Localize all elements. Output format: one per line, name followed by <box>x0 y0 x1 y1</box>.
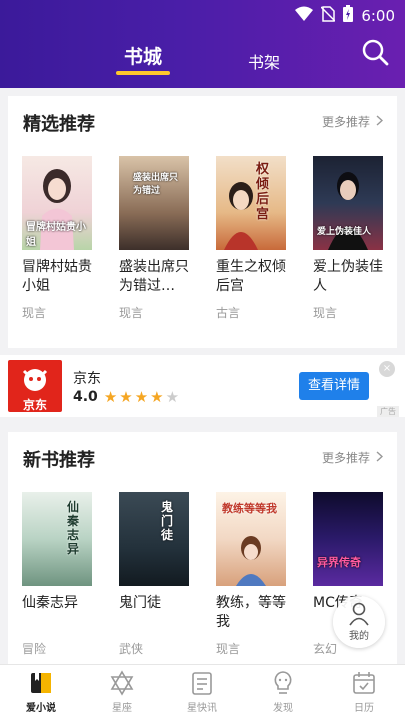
book-title: 鬼门徒 <box>119 595 161 611</box>
book-genre: 现言 <box>216 642 241 656</box>
user-icon <box>349 602 369 630</box>
battery-icon <box>343 5 354 26</box>
more-recommend-link[interactable]: 更多推荐 <box>321 113 384 130</box>
book-genre: 古言 <box>216 306 241 320</box>
book-card[interactable]: 冒牌村姑贵小姐 冒牌村姑贵小姐 现言 <box>22 156 94 321</box>
ad-label: 广告 <box>377 406 399 417</box>
book-genre: 现言 <box>22 306 47 320</box>
nav-label: 日历 <box>354 703 374 714</box>
view-details-button[interactable]: 查看详情 <box>299 372 369 400</box>
featured-section: 精选推荐 更多推荐 冒牌村姑贵小姐 冒牌村姑贵小姐 现言 盛装出席只为错过 盛装… <box>8 96 397 348</box>
book-cover: 冒牌村姑贵小姐 <box>22 156 92 250</box>
book-card[interactable]: 权倾后宫 重生之权倾后宫 古言 <box>216 156 288 321</box>
cover-title-text: 爱上伪装佳人 <box>317 227 372 237</box>
bulb-icon <box>252 669 314 697</box>
nav-label: 爱小说 <box>26 703 56 714</box>
book-genre: 现言 <box>119 306 144 320</box>
chevron-right-icon <box>376 114 384 129</box>
book-cover: 爱上伪装佳人 <box>313 156 383 250</box>
logo-text: 京东 <box>22 398 47 412</box>
book-cover: 盛装出席只为错过 <box>119 156 189 250</box>
tab-bookstore[interactable]: 书城 <box>118 42 168 69</box>
calendar-icon <box>333 669 395 697</box>
my-label: 我的 <box>349 631 369 642</box>
active-tab-indicator <box>116 71 170 75</box>
status-bar: 6:00 <box>0 0 405 28</box>
ad-rating: 4.0 ★ ★ ★ ★ ★ <box>73 388 179 406</box>
book-cover: 教练等等我 <box>216 492 286 586</box>
book-title: 冒牌村姑贵小姐 <box>22 259 92 294</box>
book-cover: 权倾后宫 <box>216 156 286 250</box>
nav-label: 星座 <box>112 703 132 714</box>
book-title: 仙秦志异 <box>22 595 78 611</box>
more-label: 更多推荐 <box>321 451 370 465</box>
star-icon: ★ <box>134 388 149 406</box>
star-icon: ★ <box>150 388 164 406</box>
bottom-navigation: 爱小说 星座 星快讯 发现 日历 <box>0 664 405 720</box>
more-recommend-link[interactable]: 更多推荐 <box>321 449 384 466</box>
cover-title-text: 教练等等我 <box>222 502 277 515</box>
book-cover: 鬼门徒 <box>119 492 189 586</box>
cover-title-text: 权倾后宫 <box>256 162 270 222</box>
my-profile-button[interactable]: 我的 <box>333 596 385 648</box>
book-icon <box>10 669 72 697</box>
nav-item-horoscope[interactable]: 星座 <box>91 669 153 714</box>
book-cover: 异界传奇 <box>313 492 383 586</box>
book-card[interactable]: 爱上伪装佳人 爱上伪装佳人 现言 <box>313 156 385 321</box>
star-of-david-icon <box>91 669 153 697</box>
book-genre: 武侠 <box>119 642 144 656</box>
book-card[interactable]: 教练等等我 教练，等等我 现言 <box>216 492 288 657</box>
chevron-right-icon <box>376 450 384 465</box>
section-title: 精选推荐 <box>23 114 95 135</box>
cover-title-text: 仙秦志异 <box>67 500 80 556</box>
close-icon[interactable]: × <box>379 361 395 377</box>
no-sim-icon <box>320 5 336 26</box>
search-icon[interactable] <box>361 38 389 66</box>
book-title: 教练，等等我 <box>216 595 286 630</box>
ad-app-name: 京东 <box>73 371 101 387</box>
cover-title-text: 冒牌村姑贵小姐 <box>26 222 86 248</box>
nav-item-novel[interactable]: 爱小说 <box>10 669 72 714</box>
section-title: 新书推荐 <box>23 450 95 471</box>
book-title: 盛装出席只为错过… <box>119 259 189 294</box>
book-title: 爱上伪装佳人 <box>313 259 383 294</box>
rating-value: 4.0 <box>73 389 98 405</box>
book-genre: 现言 <box>313 306 338 320</box>
cover-title-text: 鬼门徒 <box>161 500 174 542</box>
cover-title-text: 异界传奇 <box>317 556 361 569</box>
book-genre: 冒险 <box>22 642 47 656</box>
book-card[interactable]: 盛装出席只为错过 盛装出席只为错过… 现言 <box>119 156 191 321</box>
top-tabs: 书城 书架 <box>0 40 405 80</box>
tab-bookshelf[interactable]: 书架 <box>244 49 284 73</box>
nav-item-calendar[interactable]: 日历 <box>333 669 395 714</box>
book-card[interactable]: 鬼门徒 鬼门徒 武侠 <box>119 492 191 657</box>
cover-title-text: 盛装出席只为错过 <box>133 173 179 196</box>
star-icon: ★ <box>119 388 133 406</box>
book-cover: 仙秦志异 <box>22 492 92 586</box>
book-card[interactable]: 仙秦志异 仙秦志异 冒险 <box>22 492 94 657</box>
more-label: 更多推荐 <box>321 115 370 129</box>
news-icon <box>171 669 233 697</box>
nav-label: 星快讯 <box>187 703 217 714</box>
nav-label: 发现 <box>273 703 293 714</box>
nav-item-news[interactable]: 星快讯 <box>171 669 233 714</box>
star-empty-icon: ★ <box>165 388 180 406</box>
wifi-icon <box>295 6 314 26</box>
book-title: 重生之权倾后宫 <box>216 259 286 294</box>
star-icon: ★ <box>103 388 118 406</box>
nav-item-discover[interactable]: 发现 <box>252 669 314 714</box>
ad-banner[interactable]: 京东 京东 4.0 ★ ★ ★ ★ ★ 查看详情 × 广告 <box>0 355 405 417</box>
jd-logo: 京东 <box>8 360 62 412</box>
app-header: 6:00 书城 书架 <box>0 0 405 88</box>
status-time: 6:00 <box>361 6 395 25</box>
